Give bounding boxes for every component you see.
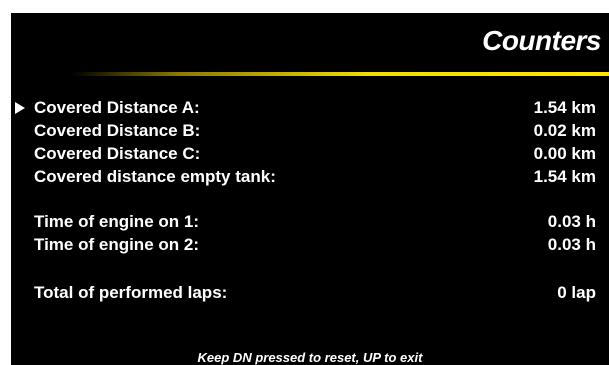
counter-label: Covered Distance B: <box>34 121 201 140</box>
counter-value: 1.54 km <box>533 98 596 117</box>
counter-value: 1.54 km <box>533 167 596 186</box>
counter-row-engine-time-1[interactable]: Time of engine on 1: 0.03 h <box>11 212 609 234</box>
counter-row-engine-time-2[interactable]: Time of engine on 2: 0.03 h <box>11 235 609 257</box>
counter-row-total-laps[interactable]: Total of performed laps: 0 lap <box>11 283 609 305</box>
counter-label: Time of engine on 1: <box>34 212 199 231</box>
title-underline <box>71 72 609 76</box>
counter-row-distance-b[interactable]: Covered Distance B: 0.02 km <box>11 121 609 143</box>
counter-value: 0.02 km <box>533 121 596 140</box>
counter-value: 0.03 h <box>547 235 596 254</box>
counter-row-distance-c[interactable]: Covered Distance C: 0.00 km <box>11 144 609 166</box>
page-title: Counters <box>482 25 601 56</box>
counter-label: Covered distance empty tank: <box>34 167 276 186</box>
counter-value: 0 lap <box>557 283 596 302</box>
dashboard-screen: Counters Covered Distance A: 1.54 km Cov… <box>11 13 609 365</box>
counter-value: 0.00 km <box>533 144 596 163</box>
counter-label: Total of performed laps: <box>34 283 228 302</box>
counter-value: 0.03 h <box>547 212 596 231</box>
counter-row-distance-a[interactable]: Covered Distance A: 1.54 km <box>11 98 609 120</box>
counter-label: Covered Distance C: <box>34 144 201 163</box>
selection-arrow-icon <box>15 102 25 114</box>
footer-hint: Keep DN pressed to reset, UP to exit <box>197 350 423 365</box>
counter-label: Time of engine on 2: <box>34 235 199 254</box>
counter-label: Covered Distance A: <box>34 98 200 117</box>
counter-row-distance-empty-tank[interactable]: Covered distance empty tank: 1.54 km <box>11 167 609 189</box>
